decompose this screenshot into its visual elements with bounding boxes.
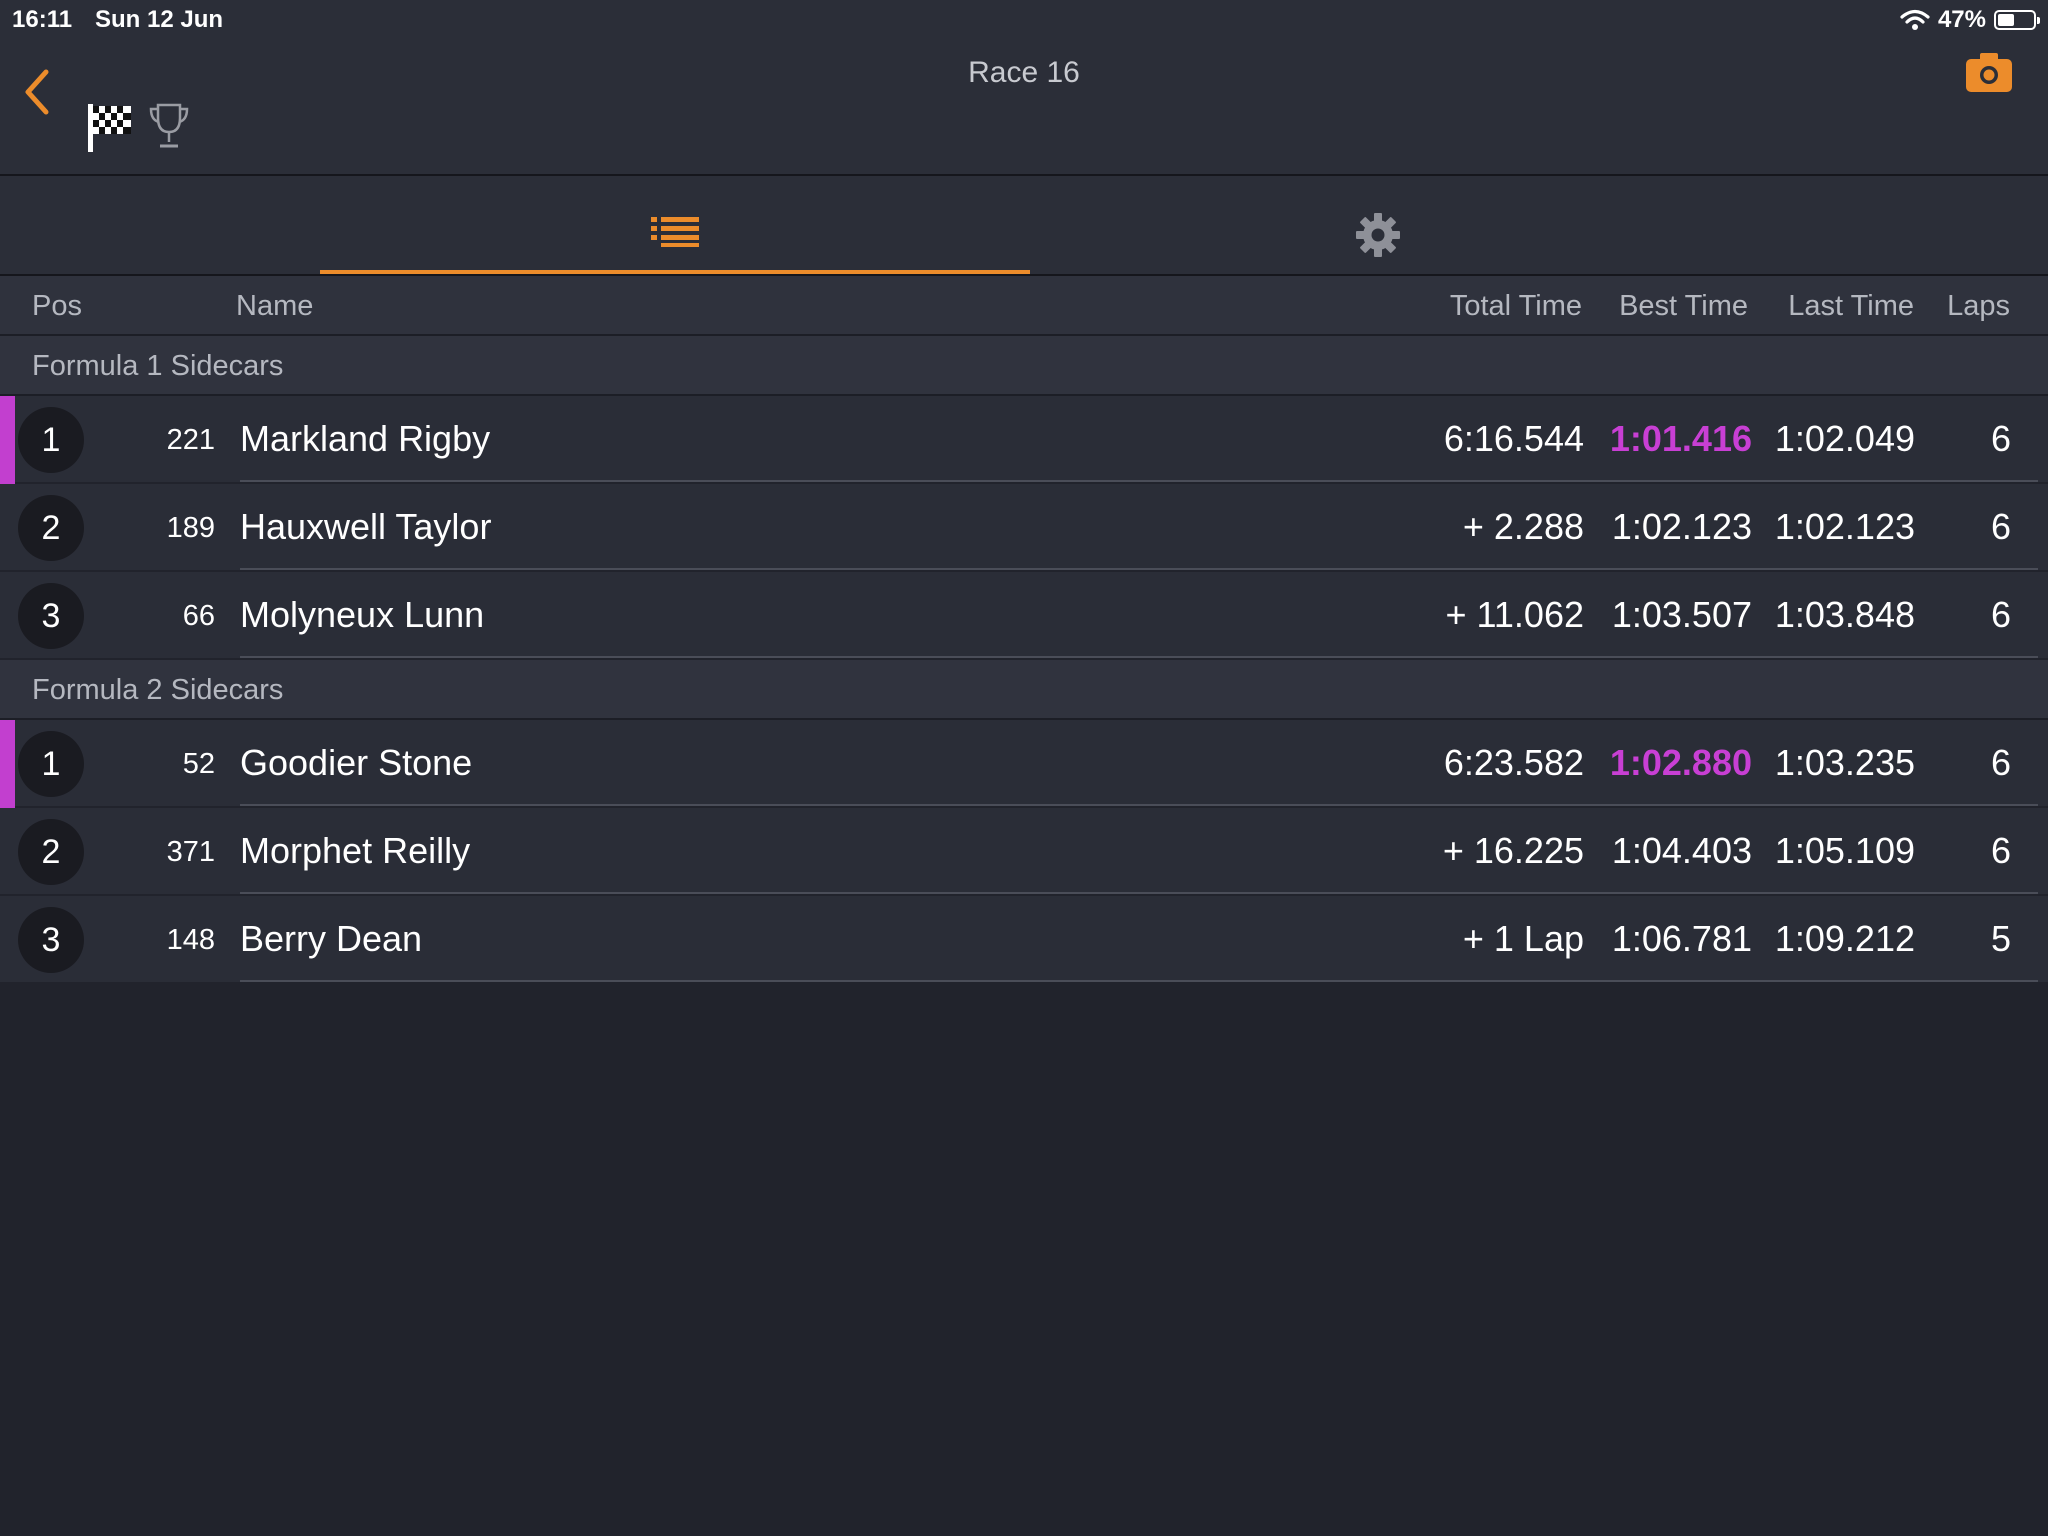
last-time: 1:03.848 (1774, 594, 1915, 635)
col-last-time[interactable]: Last Time (1788, 290, 1914, 323)
status-bar: 16:11 Sun 12 Jun 47% (0, 0, 2048, 40)
row-divider (240, 656, 2038, 658)
last-time: 1:09.212 (1774, 918, 1915, 959)
position-badge: 3 (18, 907, 84, 973)
race-number: 52 (182, 748, 215, 780)
competitor-name: Markland Rigby (240, 418, 491, 459)
race-number: 66 (182, 600, 215, 632)
row-divider (240, 892, 2038, 894)
gear-icon (1355, 213, 1400, 257)
tab-bar (0, 176, 2048, 276)
competitor-name: Hauxwell Taylor (240, 506, 492, 547)
checkered-flag-icon (88, 104, 131, 152)
col-laps[interactable]: Laps (1947, 290, 2010, 323)
class-leader-marker (0, 720, 15, 808)
table-row[interactable]: 3 148 Berry Dean + 1 Lap 1:06.781 1:09.2… (0, 896, 2048, 982)
last-time: 1:03.235 (1774, 742, 1915, 783)
camera-button[interactable] (1966, 52, 2012, 92)
laps: 5 (1990, 918, 2011, 959)
table-row[interactable]: 1 221 Markland Rigby 6:16.544 1:01.416 1… (0, 396, 2048, 484)
last-time: 1:02.123 (1774, 506, 1915, 547)
row-divider (240, 568, 2038, 570)
list-icon (651, 217, 699, 247)
group-header: Formula 1 Sidecars (0, 336, 2048, 396)
best-time: 1:02.880 (1609, 742, 1752, 783)
total-time: + 2.288 (1462, 506, 1584, 547)
best-time: 1:06.781 (1611, 918, 1752, 959)
nav-bar: Race 16 (0, 40, 2048, 176)
total-time: 6:16.544 (1443, 418, 1584, 459)
position-badge: 2 (18, 495, 84, 561)
race-number: 221 (166, 424, 215, 456)
status-time: 16:11 (12, 6, 73, 33)
trophy-button[interactable] (148, 102, 190, 150)
competitor-name: Berry Dean (240, 918, 423, 959)
table-row[interactable]: 1 52 Goodier Stone 6:23.582 1:02.880 1:0… (0, 720, 2048, 808)
tab-settings[interactable] (1030, 176, 1725, 274)
competitor-name: Molyneux Lunn (240, 594, 485, 635)
table-row[interactable]: 2 189 Hauxwell Taylor + 2.288 1:02.123 1… (0, 484, 2048, 570)
row-divider (240, 804, 2038, 806)
column-header: Pos Name Total Time Best Time Last Time … (0, 276, 2048, 336)
laps: 6 (1990, 506, 2011, 547)
total-time: + 1 Lap (1462, 918, 1584, 959)
class-leader-marker (0, 396, 15, 484)
best-time: 1:02.123 (1611, 506, 1752, 547)
page-title: Race 16 (968, 56, 1080, 89)
race-number: 189 (166, 512, 215, 544)
laps: 6 (1990, 830, 2011, 871)
checkered-flag-button[interactable] (86, 102, 132, 154)
total-time: 6:23.582 (1443, 742, 1584, 783)
position-badge: 1 (18, 407, 84, 473)
total-time: + 11.062 (1445, 594, 1584, 635)
best-time: 1:04.403 (1611, 830, 1752, 871)
trophy-icon (149, 103, 189, 148)
col-name[interactable]: Name (236, 290, 313, 323)
competitor-name: Goodier Stone (240, 742, 473, 783)
group-header: Formula 2 Sidecars (0, 660, 2048, 720)
last-time: 1:05.109 (1774, 830, 1915, 871)
active-tab-indicator (320, 270, 1030, 274)
race-number: 148 (166, 924, 215, 956)
table-row[interactable]: 3 66 Molyneux Lunn + 11.062 1:03.507 1:0… (0, 572, 2048, 658)
position-badge: 3 (18, 583, 84, 649)
laps: 6 (1990, 418, 2011, 459)
camera-icon (1966, 53, 2012, 92)
col-pos[interactable]: Pos (32, 290, 82, 323)
competitor-name: Morphet Reilly (240, 830, 471, 871)
wifi-icon (1900, 9, 1930, 30)
position-badge: 2 (18, 819, 84, 885)
col-best-time[interactable]: Best Time (1619, 290, 1748, 323)
laps: 6 (1990, 594, 2011, 635)
total-time: + 16.225 (1442, 830, 1584, 871)
last-time: 1:02.049 (1774, 418, 1915, 459)
battery-percent: 47% (1937, 6, 1986, 33)
status-indicators: 47% (1900, 6, 2040, 34)
best-time: 1:01.416 (1609, 418, 1752, 459)
table-row[interactable]: 2 371 Morphet Reilly + 16.225 1:04.403 1… (0, 808, 2048, 894)
battery-icon (1994, 10, 2040, 30)
laps: 6 (1990, 742, 2011, 783)
race-number: 371 (166, 836, 215, 868)
position-badge: 1 (18, 731, 84, 797)
battery-fill (1998, 14, 2014, 26)
col-total-time[interactable]: Total Time (1450, 290, 1582, 323)
best-time: 1:03.507 (1611, 594, 1752, 635)
status-date: Sun 12 Jun (95, 6, 224, 33)
tab-results[interactable] (320, 176, 1030, 274)
group-title: Formula 2 Sidecars (32, 674, 284, 706)
row-divider (240, 980, 2038, 982)
row-divider (240, 480, 2038, 482)
group-title: Formula 1 Sidecars (32, 350, 284, 382)
